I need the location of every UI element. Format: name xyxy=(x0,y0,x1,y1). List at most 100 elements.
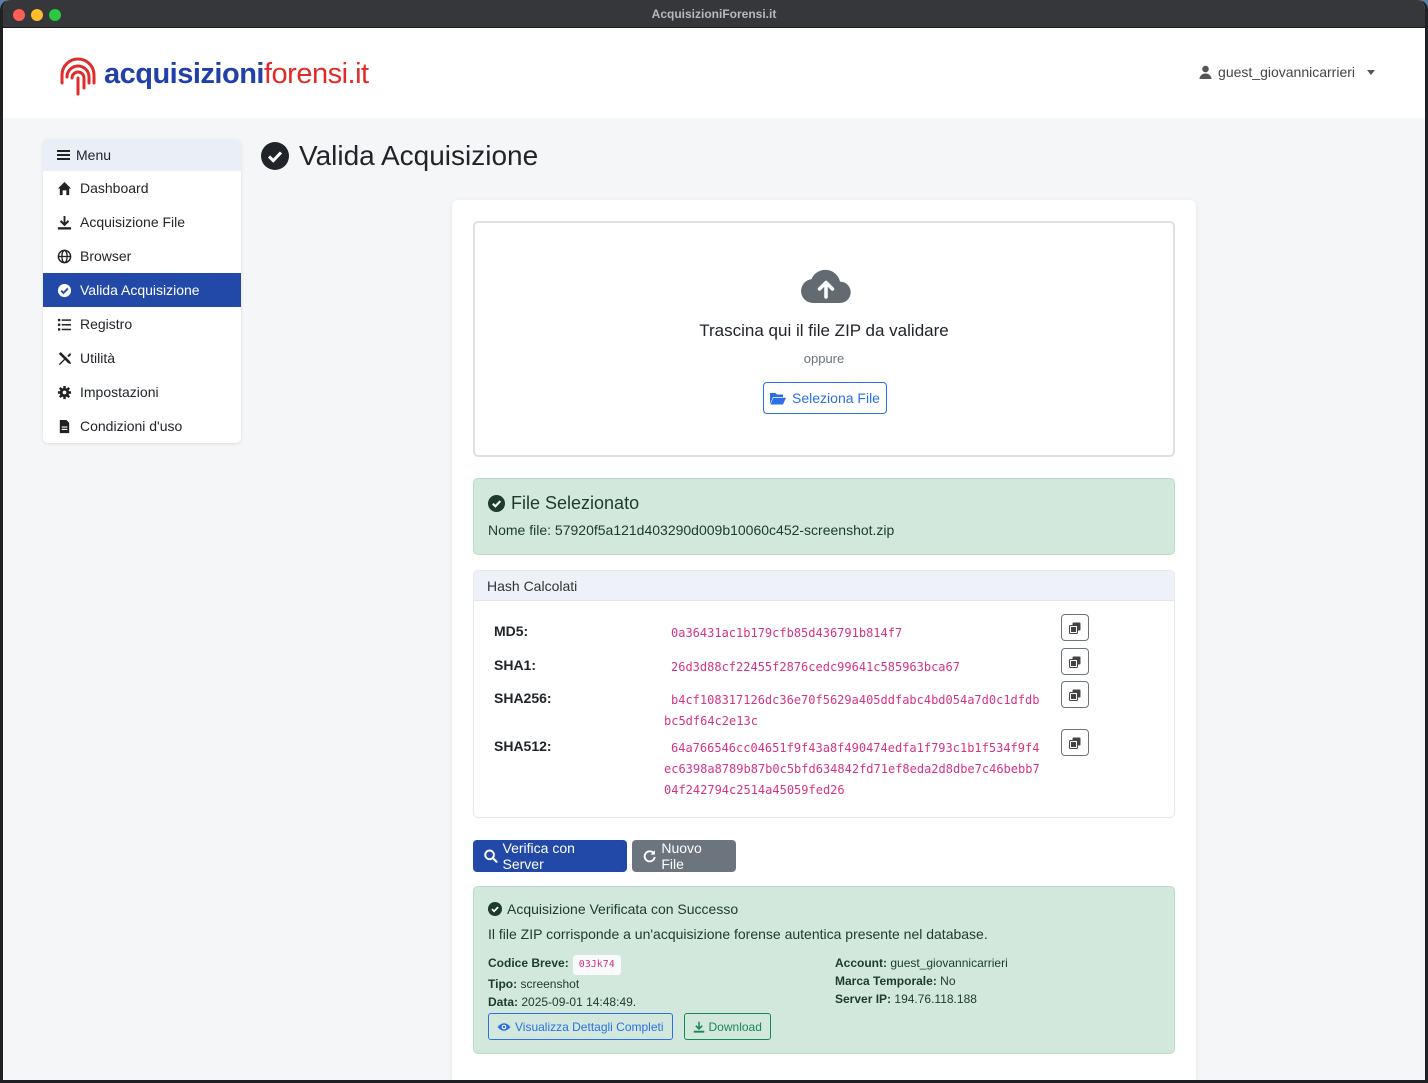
window-title: AcquisizioniForensi.it xyxy=(651,7,777,21)
brand-name-part2: forensi.it xyxy=(263,57,369,90)
selected-file-title: File Selezionato xyxy=(511,493,640,513)
result-title: Acquisizione Verificata con Successo xyxy=(507,901,739,917)
copy-icon xyxy=(1069,656,1081,668)
action-buttons: Verifica con Server Nuovo File xyxy=(473,840,736,872)
check-circle-icon xyxy=(488,902,502,916)
date-value: 2025-09-01 14:48:49. xyxy=(521,995,637,1009)
new-file-button[interactable]: Nuovo File xyxy=(632,840,736,872)
page-title-text: Valida Acquisizione xyxy=(299,140,539,171)
check-circle-icon xyxy=(488,495,505,512)
page-title: Valida Acquisizione xyxy=(261,140,538,172)
globe-icon xyxy=(57,249,72,263)
sidebar-item-label: Dashboard xyxy=(80,180,149,196)
hash-card: Hash Calcolati MD5: 0a36431ac1b179cfb85d… xyxy=(473,570,1175,818)
verify-server-label: Verifica con Server xyxy=(502,840,575,872)
gear-icon xyxy=(57,385,72,399)
copy-sha1-button[interactable] xyxy=(1061,648,1089,675)
selected-file-alert: File Selezionato Nome file: 57920f5a121d… xyxy=(473,478,1175,555)
cloud-upload-icon xyxy=(801,269,851,303)
dropzone-or: oppure xyxy=(803,351,845,366)
date-label: Data: xyxy=(488,995,519,1009)
result-details-left: Codice Breve: 03Jk74 Tipo: screenshot Dat… xyxy=(488,954,636,1011)
brand-logo[interactable]: acquisizioniforensi.it xyxy=(55,50,369,98)
tools-icon xyxy=(58,351,72,365)
hash-value[interactable]: b4cf108317126dc36e70f5629a405ddfabc4bd05… xyxy=(664,690,1044,732)
copy-sha256-button[interactable] xyxy=(1061,681,1089,708)
hash-value[interactable]: 26d3d88cf22455f2876cedc99641c585963bca67 xyxy=(664,657,1044,678)
result-buttons: Visualizza Dettagli Completi Download xyxy=(488,1013,771,1040)
fingerprint-logo-icon xyxy=(60,57,96,96)
type-label: Tipo: xyxy=(488,977,518,991)
copy-icon xyxy=(1069,737,1081,749)
sidebar-item-browser[interactable]: Browser xyxy=(43,239,241,273)
short-code-value: 03Jk74 xyxy=(572,955,621,975)
hash-value[interactable]: 64a766546cc04651f9f43a8f490474edfa1f793c… xyxy=(664,738,1044,801)
server-ip-label: Server IP: xyxy=(835,992,892,1006)
verify-server-button[interactable]: Verifica con Server xyxy=(473,840,627,872)
hash-label: SHA1: xyxy=(494,657,537,673)
copy-md5-button[interactable] xyxy=(1061,614,1089,641)
user-menu[interactable]: guest_giovannicarrieri xyxy=(1199,64,1375,80)
sidebar-item-dashboard[interactable]: Dashboard xyxy=(43,171,241,205)
select-file-button[interactable]: Seleziona File xyxy=(763,382,887,414)
check-circle-icon xyxy=(57,283,72,297)
account-value: guest_giovannicarrieri xyxy=(890,956,1008,970)
menu-icon xyxy=(57,150,70,160)
user-name: guest_giovannicarrieri xyxy=(1218,64,1355,80)
chevron-down-icon xyxy=(1367,69,1375,75)
sidebar-header: Menu xyxy=(43,139,241,171)
copy-sha512-button[interactable] xyxy=(1061,729,1089,756)
validation-card: Trascina qui il file ZIP da validare opp… xyxy=(452,200,1196,1080)
hash-label: MD5: xyxy=(494,623,529,639)
download-label: Download xyxy=(708,1019,762,1034)
hash-value[interactable]: 0a36431ac1b179cfb85d436791b814f7 xyxy=(664,623,1044,644)
download-icon xyxy=(57,215,72,230)
title-bar: AcquisizioniForensi.it xyxy=(3,0,1425,28)
list-icon xyxy=(57,318,72,331)
sidebar-item-label: Browser xyxy=(80,248,132,264)
type-value: screenshot xyxy=(520,977,580,991)
sidebar-item-impostazioni[interactable]: Impostazioni xyxy=(43,375,241,409)
refresh-icon xyxy=(643,850,656,863)
home-icon xyxy=(57,181,72,195)
account-label: Account: xyxy=(835,956,887,970)
sidebar-item-label: Condizioni d'uso xyxy=(80,418,183,434)
server-ip-value: 194.76.118.188 xyxy=(894,992,977,1006)
sidebar-item-condizioni[interactable]: Condizioni d'uso xyxy=(43,409,241,443)
hash-label: SHA256: xyxy=(494,690,552,706)
hash-card-header: Hash Calcolati xyxy=(474,571,1174,601)
filename-value: 57920f5a121d403290d009b10060c452-screens… xyxy=(554,522,895,538)
timestamp-label: Marca Temporale: xyxy=(835,974,937,988)
sidebar-item-acquisizione-file[interactable]: Acquisizione File xyxy=(43,205,241,239)
sidebar-item-valida-acquisizione[interactable]: Valida Acquisizione xyxy=(43,273,241,307)
eye-icon xyxy=(497,1022,511,1031)
sidebar-item-label: Acquisizione File xyxy=(80,214,186,230)
folder-open-icon xyxy=(770,392,787,404)
hash-label: SHA512: xyxy=(494,738,552,754)
result-details-right: Account: guest_giovannicarrieri Marca Te… xyxy=(835,954,1008,1008)
select-file-label: Seleziona File xyxy=(792,390,880,406)
copy-icon xyxy=(1069,689,1081,701)
dropzone-title: Trascina qui il file ZIP da validare xyxy=(699,321,949,340)
download-icon xyxy=(693,1021,704,1033)
file-dropzone[interactable]: Trascina qui il file ZIP da validare opp… xyxy=(473,221,1175,457)
verification-result-alert: Acquisizione Verificata con Successo Il … xyxy=(473,886,1175,1054)
sidebar-item-label: Valida Acquisizione xyxy=(80,282,200,298)
filename-label: Nome file: xyxy=(488,522,552,538)
view-details-label: Visualizza Dettagli Completi xyxy=(515,1019,664,1034)
user-icon xyxy=(1199,65,1212,79)
sidebar-item-label: Utilità xyxy=(80,350,116,366)
brand-name-part1: acquisizioni xyxy=(104,57,264,90)
view-details-button[interactable]: Visualizza Dettagli Completi xyxy=(488,1013,673,1040)
sidebar-item-label: Impostazioni xyxy=(80,384,159,400)
sidebar-item-utilita[interactable]: Utilità xyxy=(43,341,241,375)
sidebar-item-label: Registro xyxy=(80,316,133,332)
top-navbar: acquisizioniforensi.it guest_giovannicar… xyxy=(3,28,1425,118)
sidebar-header-label: Menu xyxy=(76,147,112,163)
check-circle-icon xyxy=(261,142,289,170)
short-code-label: Codice Breve: xyxy=(488,956,569,970)
new-file-label: Nuovo File xyxy=(661,840,702,872)
timestamp-value: No xyxy=(940,974,956,988)
sidebar-item-registro[interactable]: Registro xyxy=(43,307,241,341)
download-button[interactable]: Download xyxy=(683,1013,771,1040)
